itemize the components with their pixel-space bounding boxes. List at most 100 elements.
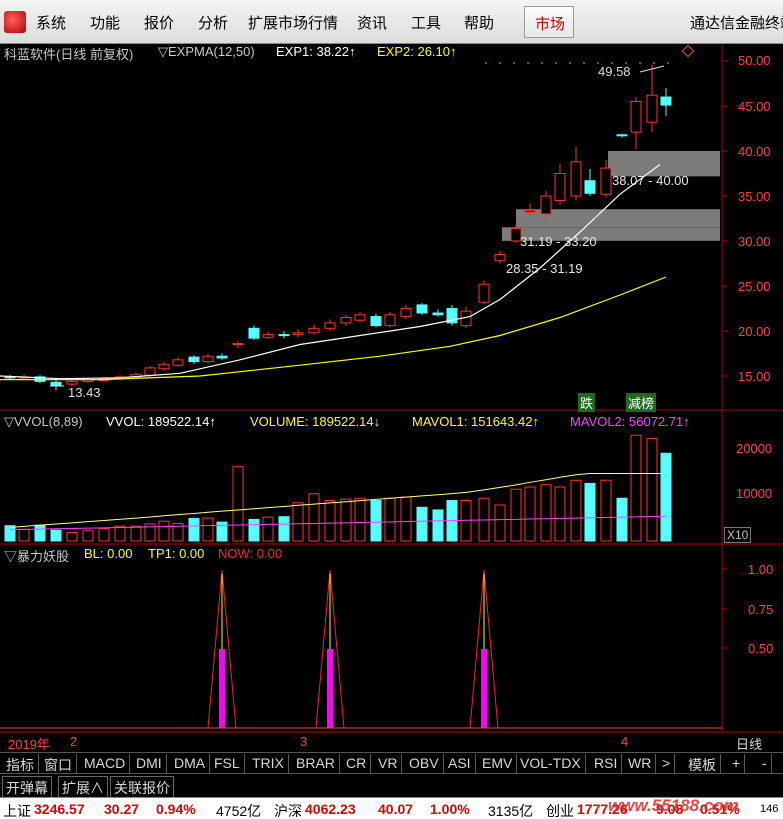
tab-dma[interactable]: DMA xyxy=(170,754,211,773)
tag-reduce[interactable]: 减榜 xyxy=(626,393,657,412)
tag-down[interactable]: 跌 xyxy=(578,393,596,412)
exp1-value: EXP1: 38.22↑ xyxy=(276,44,356,59)
spike-bar xyxy=(481,649,487,728)
menu-function[interactable]: 功能 xyxy=(90,12,120,33)
cycle-label[interactable]: 日线 xyxy=(736,734,762,753)
hs-index-pct: 1.00% xyxy=(430,801,470,817)
tab-brar[interactable]: BRAR xyxy=(292,754,340,773)
hs-index-change: 40.07 xyxy=(378,801,414,817)
vol-unit: X10 xyxy=(724,527,752,543)
tab-vol-tdx[interactable]: VOL-TDX xyxy=(516,754,586,773)
volume-bar xyxy=(66,531,78,542)
menu-market-button[interactable]: 市场 xyxy=(524,6,574,38)
volume-value: VOLUME: 189522.14↓ xyxy=(250,414,381,429)
sh-index-label[interactable]: 上证 xyxy=(3,801,31,819)
sh-index-value: 3246.57 xyxy=(34,801,85,817)
candle-body xyxy=(340,317,352,324)
candle-body xyxy=(554,173,566,201)
yaogu-indicator[interactable]: ▽暴力妖股 xyxy=(4,546,69,565)
hs-index-value: 4062.23 xyxy=(305,801,356,817)
tab-fsl[interactable]: FSL xyxy=(210,754,245,773)
hs-index-label[interactable]: 沪深 xyxy=(274,801,302,819)
vol-tick-20000: 20000 xyxy=(736,441,773,456)
menu-quote[interactable]: 报价 xyxy=(144,12,174,33)
sub-tick-050: 0.50 xyxy=(748,641,774,656)
top-dot xyxy=(653,62,655,64)
volume-bar xyxy=(370,500,382,542)
tab-add-button[interactable]: + xyxy=(728,754,746,773)
menu-help[interactable]: 帮助 xyxy=(464,12,494,33)
tab-wr[interactable]: WR xyxy=(624,754,657,773)
candle-body xyxy=(540,195,552,215)
volume-bar xyxy=(554,486,566,542)
date-month-mar: 3 xyxy=(300,734,308,749)
volume-bar xyxy=(630,434,642,542)
spike-bar xyxy=(327,649,333,728)
date-month-feb: 2 xyxy=(70,734,78,749)
price-high-label: 49.58 xyxy=(598,64,631,79)
candle-body xyxy=(400,308,412,318)
volume-bar xyxy=(616,497,628,542)
zone-label-1: 38.07 - 40.00 xyxy=(612,173,689,188)
tab-emv[interactable]: EMV xyxy=(478,754,518,773)
spike-bar xyxy=(219,649,225,728)
tab-dmi[interactable]: DMI xyxy=(132,754,167,773)
menu-news[interactable]: 资讯 xyxy=(357,12,387,33)
tab-more-button[interactable]: > xyxy=(658,754,676,773)
volume-bar xyxy=(130,525,142,542)
tab-trix[interactable]: TRIX xyxy=(248,754,289,773)
tab-rsi[interactable]: RSI xyxy=(590,754,623,773)
tab-remove-button[interactable]: - xyxy=(758,754,772,773)
menu-extended-market[interactable]: 扩展市场行情 xyxy=(248,12,338,33)
volume-bar xyxy=(400,496,412,542)
volume-bar xyxy=(510,488,522,542)
top-dot xyxy=(541,62,543,64)
now-value: NOW: 0.00 xyxy=(218,546,283,561)
sub-tick-075: 0.75 xyxy=(748,602,774,617)
tab-cr[interactable]: CR xyxy=(342,754,372,773)
tab-asi[interactable]: ASI xyxy=(444,754,476,773)
candle-body xyxy=(308,327,320,334)
sub-tick-1: 1.00 xyxy=(748,562,774,577)
volume-bar xyxy=(262,516,274,542)
status-bar: 上证 3246.57 30.27 0.94% 4752亿 沪深 4062.23 … xyxy=(0,796,783,819)
secondary-toolbar: 开弹幕 扩展∧ 关联报价 xyxy=(0,773,783,800)
tab-macd[interactable]: MACD xyxy=(80,754,131,773)
menu-market-label: 市场 xyxy=(535,16,566,33)
menu-analysis[interactable]: 分析 xyxy=(198,12,228,33)
candle-body xyxy=(278,334,290,337)
volume-bar xyxy=(570,479,582,542)
tab-window[interactable]: 窗口 xyxy=(40,754,77,773)
tab-vr[interactable]: VR xyxy=(374,754,403,773)
volume-bar xyxy=(34,524,46,542)
candle-body xyxy=(158,363,170,370)
hs-index-amount: 3135亿 xyxy=(488,803,534,819)
tab-indicator[interactable]: 指标 xyxy=(2,754,39,773)
candle-body xyxy=(324,322,336,329)
menu-system[interactable]: 系统 xyxy=(36,12,66,33)
menu-tools[interactable]: 工具 xyxy=(411,12,441,33)
volume-bar xyxy=(432,509,444,542)
mavol2-value: MAVOL2: 56072.71↑ xyxy=(570,414,690,429)
volume-bar xyxy=(18,528,30,542)
stock-title: 科蓝软件(日线 前复权) xyxy=(4,47,134,62)
y-tick-40: 40.00 xyxy=(738,144,771,159)
y-tick-35: 35.00 xyxy=(738,189,771,204)
tab-obv[interactable]: OBV xyxy=(405,754,444,773)
date-year: 2019年 xyxy=(8,737,50,752)
cy-index-label[interactable]: 创业 xyxy=(546,801,574,819)
candle-body xyxy=(292,332,304,336)
vvol-indicator[interactable]: ▽VVOL(8,89) xyxy=(4,414,83,430)
top-dot xyxy=(485,62,487,64)
app-window: 系统 功能 报价 分析 扩展市场行情 资讯 工具 帮助 市场 通达信金融终端 科… xyxy=(0,0,783,819)
volume-bar xyxy=(4,525,16,542)
candle-body xyxy=(202,355,214,363)
expma-indicator[interactable]: ▽EXPMA(12,50) xyxy=(158,44,255,60)
sh-index-amount: 4752亿 xyxy=(216,803,262,819)
brand-title: 通达信金融终端 xyxy=(690,15,783,32)
tab-template[interactable]: 模板 xyxy=(684,754,721,773)
candle-body xyxy=(50,381,62,386)
price-chart[interactable] xyxy=(0,44,783,752)
volume-bar xyxy=(308,493,320,542)
volume-bar xyxy=(232,466,244,542)
